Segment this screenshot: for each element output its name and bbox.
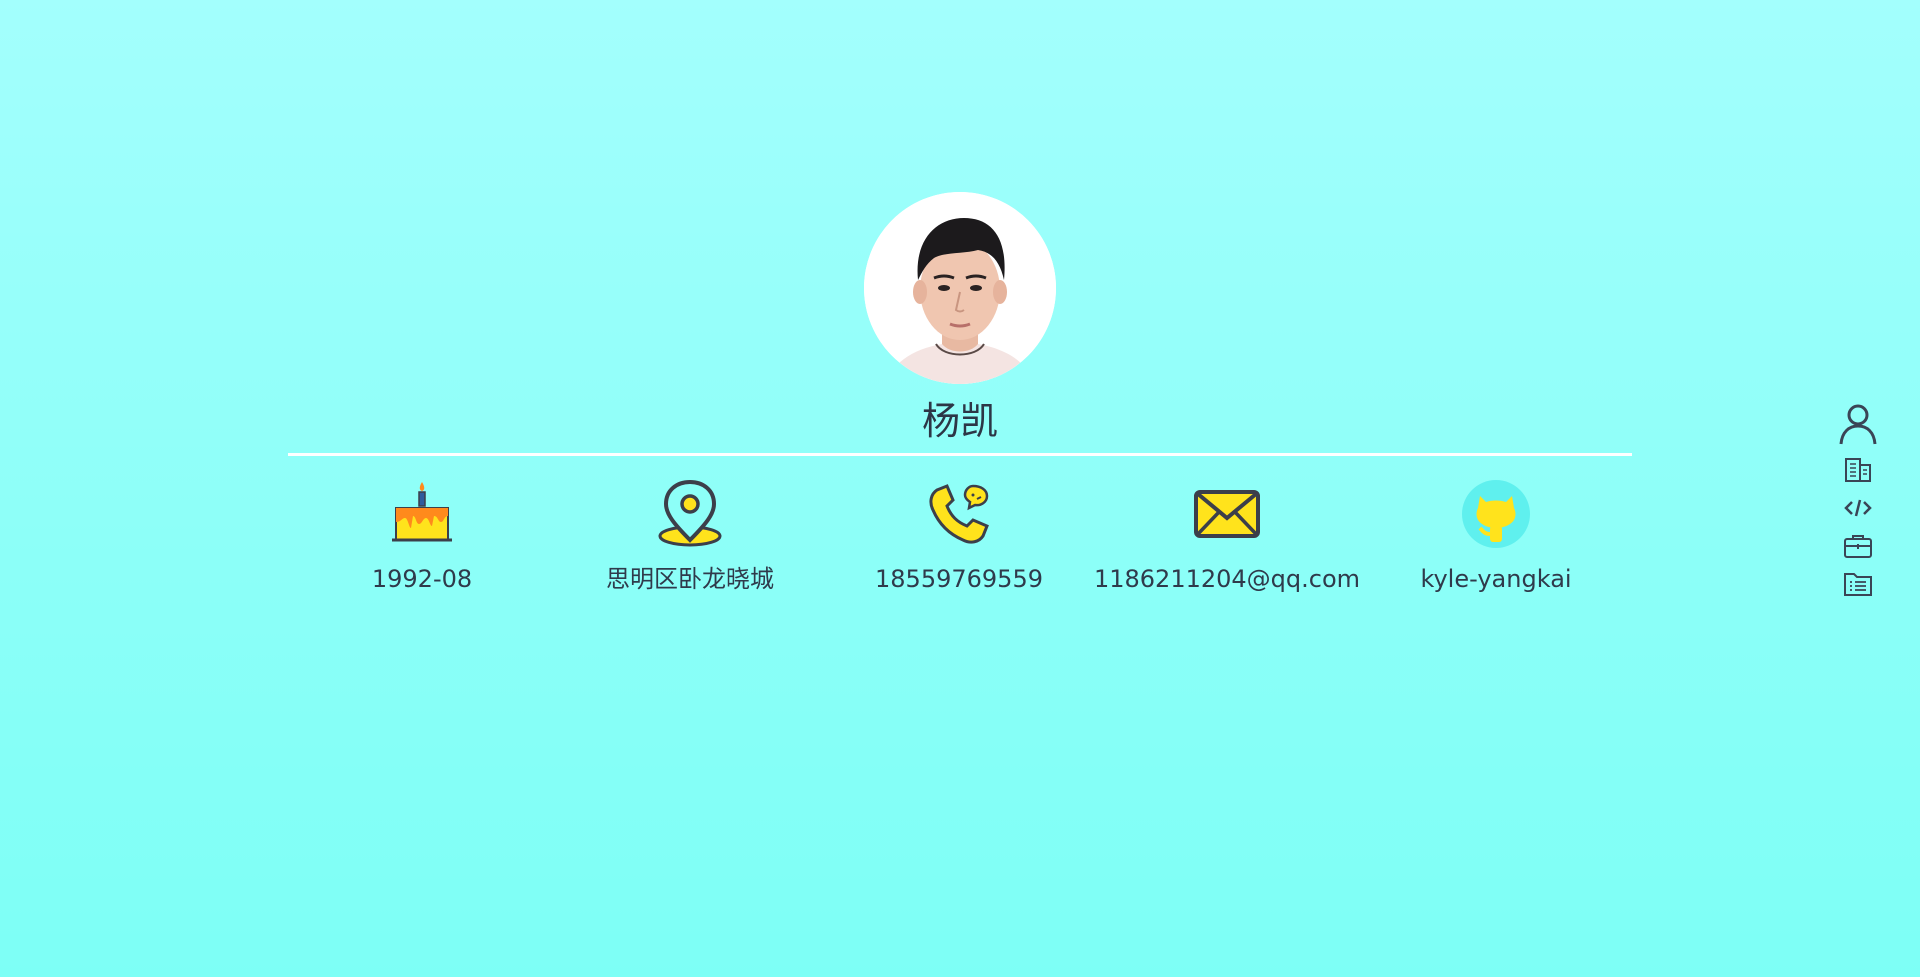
phone-icon (929, 484, 989, 544)
nav-skills-button[interactable] (1836, 494, 1880, 522)
location-label: 思明区卧龙晓城 (606, 565, 774, 593)
side-nav (1836, 402, 1880, 608)
user-icon (1839, 404, 1877, 445)
info-birthday: 1992-08 (288, 478, 556, 594)
github-octocat-icon[interactable] (1460, 478, 1532, 550)
profile-section: 杨凯 1992-08 思明区卧龙晓城 18559769559 118621120… (0, 0, 1920, 977)
person-name: 杨凯 (921, 399, 998, 443)
divider (288, 453, 1632, 456)
mail-icon (1194, 490, 1260, 538)
avatar (864, 192, 1056, 384)
info-github[interactable]: kyle-yangkai (1362, 478, 1630, 594)
birthday-cake-icon (392, 482, 452, 542)
info-mail: 1186211204@qq.com (1093, 478, 1361, 594)
nav-company-button[interactable] (1836, 456, 1880, 484)
birthday-label: 1992-08 (371, 565, 473, 593)
nav-experience-button[interactable] (1836, 532, 1880, 560)
info-phone: 18559769559 (825, 478, 1093, 594)
location-pin-icon (658, 479, 722, 547)
phone-label: 18559769559 (875, 565, 1043, 593)
folder-list-icon (1844, 573, 1872, 596)
building-icon (1845, 458, 1871, 482)
nav-profile-button[interactable] (1836, 402, 1880, 446)
portrait-photo (864, 192, 1056, 384)
info-location: 思明区卧龙晓城 (556, 478, 824, 594)
code-icon (1844, 499, 1872, 517)
mail-label: 1186211204@qq.com (1093, 565, 1361, 593)
nav-projects-button[interactable] (1836, 570, 1880, 598)
github-label[interactable]: kyle-yangkai (1362, 564, 1630, 594)
briefcase-icon (1844, 535, 1872, 558)
